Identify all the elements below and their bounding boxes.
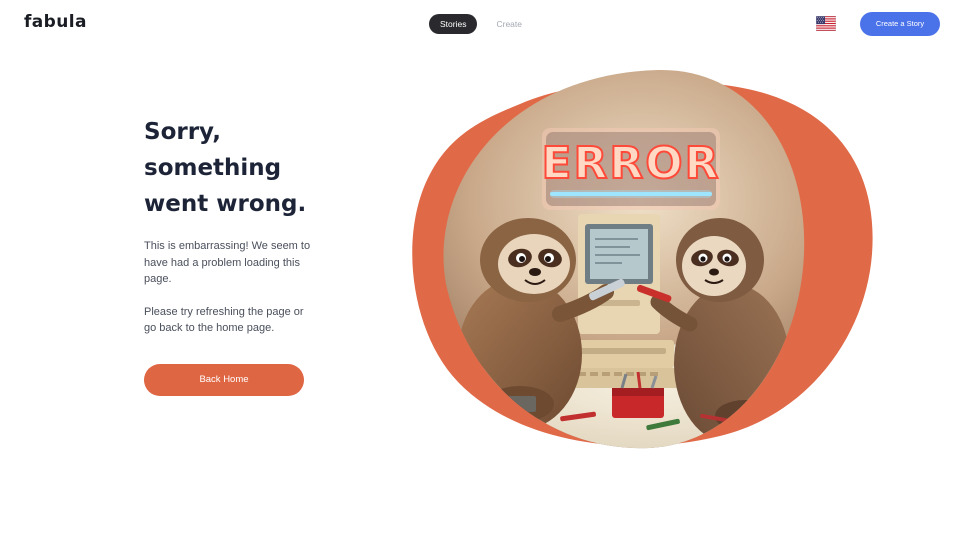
error-headline: Sorry, something went wrong. — [144, 114, 324, 222]
main-nav: Stories Create — [429, 14, 533, 34]
nav-tab-create[interactable]: Create — [485, 14, 533, 34]
error-message-2: Please try refreshing the page or go bac… — [144, 305, 304, 335]
nav-tab-stories[interactable]: Stories — [429, 14, 478, 34]
top-navbar: fabula Stories Create Create a Story — [0, 0, 960, 48]
headline-line-1: Sorry, — [144, 119, 221, 145]
error-neon-sign: ERROR — [540, 128, 720, 210]
us-flag-icon[interactable] — [816, 16, 836, 31]
headline-line-2: something — [144, 155, 282, 181]
headline-line-3: went wrong. — [144, 191, 307, 217]
fabula-logo[interactable]: fabula — [24, 12, 87, 32]
sloths-error-illustration: ERROR — [412, 69, 873, 449]
create-story-button[interactable]: Create a Story — [860, 12, 940, 36]
back-home-button[interactable]: Back Home — [144, 364, 304, 396]
error-content: Sorry, something went wrong. This is emb… — [144, 114, 324, 396]
svg-text:ERROR: ERROR — [541, 138, 720, 189]
error-message-1: This is embarrassing! We seem to have ha… — [144, 240, 311, 285]
